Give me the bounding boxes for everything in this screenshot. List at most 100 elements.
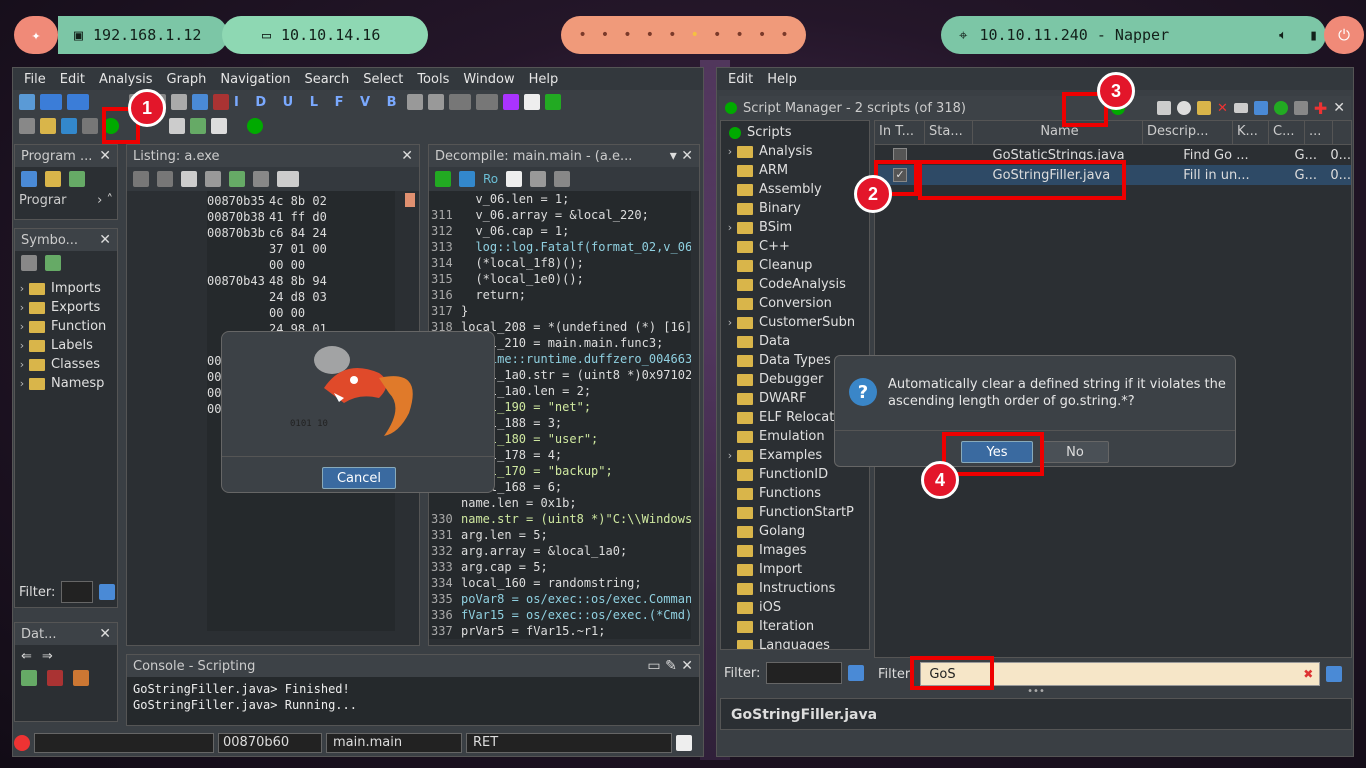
column-header[interactable]: C... <box>1269 121 1305 144</box>
decomp-graph-icon[interactable] <box>459 171 475 187</box>
menu-file[interactable]: File <box>17 72 53 87</box>
category-item[interactable]: Languages <box>721 636 869 649</box>
run-last-script-icon[interactable] <box>247 118 263 134</box>
category-item[interactable]: Iteration <box>721 617 869 636</box>
decomp-copy-icon[interactable] <box>506 171 523 187</box>
sm-menu-edit[interactable]: Edit <box>721 72 760 87</box>
symbol-tree-item[interactable]: › Namesp <box>15 374 117 393</box>
column-header[interactable]: K... <box>1233 121 1269 144</box>
category-item[interactable]: Assembly <box>721 180 869 199</box>
undo-icon[interactable] <box>449 94 472 110</box>
snapshot-icon[interactable] <box>253 171 269 187</box>
rename-icon[interactable] <box>1233 103 1248 113</box>
dt-tree-icon[interactable] <box>21 670 37 686</box>
program-tree-tab[interactable]: Prograr <box>19 193 67 208</box>
chevron-right-icon[interactable]: › <box>723 145 737 158</box>
workspace-dot[interactable]: • <box>713 27 721 43</box>
column-header[interactable]: Name <box>973 121 1143 144</box>
decompiler-line[interactable]: 331 arg.len = 5; <box>431 527 689 543</box>
listing-paste-icon[interactable] <box>157 171 173 187</box>
chevron-right-icon[interactable]: › <box>15 377 29 390</box>
filter-options-icon[interactable] <box>848 665 865 681</box>
unchecked-checkbox[interactable] <box>893 148 907 162</box>
checked-checkbox[interactable]: ✓ <box>893 168 907 182</box>
workspace-dot[interactable]: • <box>758 27 766 43</box>
chevron-right-icon[interactable]: › <box>723 316 737 329</box>
symbol-tree-item[interactable]: › Labels <box>15 336 117 355</box>
menu-graph[interactable]: Graph <box>160 72 214 87</box>
decomp-snapshot-icon[interactable] <box>554 171 571 187</box>
workspace-dot[interactable]: • <box>578 27 586 43</box>
close-icon[interactable]: ✕ <box>99 626 111 642</box>
category-item[interactable]: Instructions <box>721 579 869 598</box>
category-item[interactable]: FunctionStartP <box>721 503 869 522</box>
decompiler-line[interactable]: 314 (*local_1f8)(); <box>431 255 689 271</box>
symbol-tree-item[interactable]: › Function <box>15 317 117 336</box>
symbol-tree-item[interactable]: › Classes <box>15 355 117 374</box>
new-script-icon[interactable] <box>1253 101 1268 115</box>
hierarchy-icon[interactable] <box>211 118 227 134</box>
stop-icon[interactable] <box>213 94 229 110</box>
table-icon[interactable] <box>169 118 185 134</box>
workspace-dot[interactable]: • <box>623 27 631 43</box>
yes-button[interactable]: Yes <box>961 441 1033 463</box>
check-icon[interactable] <box>503 94 520 110</box>
sm-menu-help[interactable]: Help <box>760 72 804 87</box>
power-button[interactable]: ⏻ <box>1324 16 1364 54</box>
refresh-icon[interactable] <box>545 94 562 110</box>
listing-options-icon[interactable] <box>277 171 299 187</box>
close-icon[interactable]: ✕ <box>99 232 111 248</box>
edit-status-icon[interactable] <box>676 735 692 751</box>
tree-icon[interactable] <box>82 118 98 134</box>
chevron-right-icon[interactable]: › <box>15 301 29 314</box>
symbol-go-icon[interactable] <box>45 255 61 271</box>
chevron-right-icon[interactable]: › <box>723 449 737 462</box>
forward-icon[interactable] <box>67 94 89 110</box>
memory-icon[interactable] <box>171 94 187 110</box>
workspace-dot[interactable]: • <box>735 27 743 43</box>
decompiler-line[interactable]: 316 return; <box>431 287 689 303</box>
category-item[interactable]: Import <box>721 560 869 579</box>
decompiler-line[interactable]: v_06.len = 1; <box>431 191 689 207</box>
category-root[interactable]: Scripts <box>721 123 869 142</box>
category-item[interactable]: › Analysis <box>721 142 869 161</box>
down-arrow-icon[interactable] <box>192 94 208 110</box>
category-item[interactable]: CodeAnalysis <box>721 275 869 294</box>
decompiler-line[interactable]: 335 poVar8 = os/exec::os/exec.Comman <box>431 591 691 607</box>
chevron-right-icon[interactable]: › <box>15 339 29 352</box>
category-item[interactable]: › BSim <box>721 218 869 237</box>
category-item[interactable]: Functions <box>721 484 869 503</box>
close-icon[interactable]: ✕ <box>1333 100 1345 116</box>
listing-copy-icon[interactable] <box>133 171 149 187</box>
column-header[interactable]: Descrip... <box>1143 121 1233 144</box>
delete-icon[interactable]: ✕ <box>1217 101 1228 116</box>
symbol-filter-input[interactable] <box>61 581 94 603</box>
script-filter-options-icon[interactable] <box>1326 666 1343 682</box>
listing-row[interactable]: 00870b43 48 8b 94 <box>207 273 395 289</box>
menu-search[interactable]: Search <box>298 72 357 87</box>
decompiler-line[interactable]: 315 (*local_1e0)(); <box>431 271 689 287</box>
workspace-switcher[interactable]: • • • • • • • • • • <box>561 16 806 54</box>
decomp-refresh-icon[interactable] <box>435 171 451 187</box>
menu-analysis[interactable]: Analysis <box>92 72 160 87</box>
category-item[interactable]: Binary <box>721 199 869 218</box>
listing-row[interactable]: 00 00 <box>207 257 395 273</box>
decompiler-line[interactable]: 317} <box>431 303 689 319</box>
back-icon[interactable] <box>40 94 62 110</box>
decompiler-line[interactable]: 334 local_160 = randomstring; <box>431 575 689 591</box>
decompiler-line[interactable]: 330 name.str = (uint8 *)"C:\\Windows <box>431 511 691 527</box>
tool2-icon[interactable] <box>428 94 445 110</box>
category-item[interactable]: Cleanup <box>721 256 869 275</box>
tree-new-icon[interactable] <box>21 171 37 187</box>
category-item[interactable]: Images <box>721 541 869 560</box>
dt-remove-icon[interactable] <box>47 670 63 686</box>
c-icon[interactable] <box>61 118 77 134</box>
splitter-handle[interactable]: ••• <box>720 687 1352 697</box>
decompiler-line[interactable]: 332 arg.array = &local_1a0; <box>431 543 689 559</box>
workspace-dot[interactable]: • <box>601 27 609 43</box>
workspace-dot[interactable]: • <box>780 27 788 43</box>
decompiler-line[interactable]: 312 v_06.cap = 1; <box>431 223 689 239</box>
menu-help[interactable]: Help <box>522 72 566 87</box>
refresh-scripts-icon[interactable] <box>1273 101 1288 115</box>
symbol-tree-item[interactable]: › Exports <box>15 298 117 317</box>
